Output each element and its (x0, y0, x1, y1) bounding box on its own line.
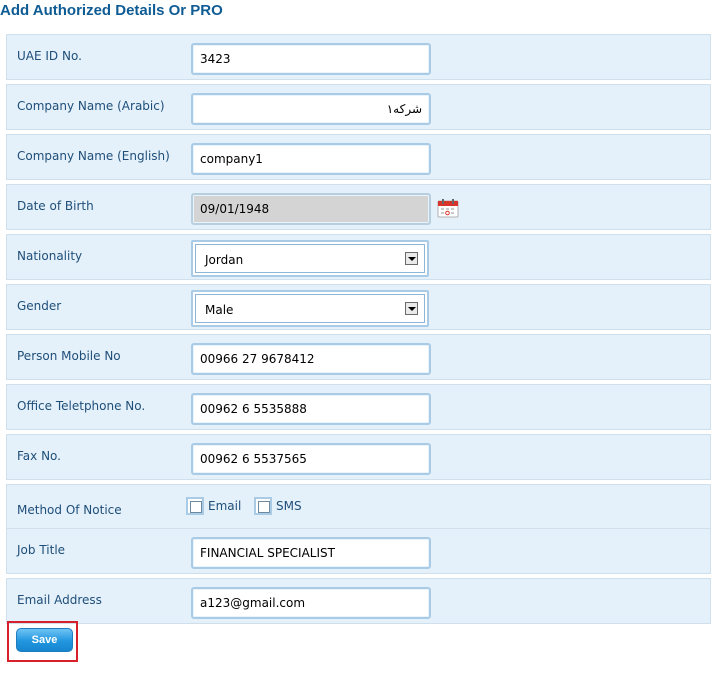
sms-checkbox[interactable] (254, 497, 272, 515)
uae-id-label: UAE ID No. (17, 49, 82, 63)
company-arabic-input[interactable]: شركه١ (191, 93, 431, 125)
calendar-icon[interactable] (437, 198, 459, 218)
office-phone-input[interactable]: 00962 6 5535888 (191, 393, 431, 425)
gender-value: Male (205, 303, 234, 317)
row-date-of-birth: Date of Birth 09/01/1948 (6, 184, 711, 230)
row-uae-id: UAE ID No. 3423 (6, 34, 711, 80)
row-mobile: Person Mobile No 00966 27 9678412 (6, 334, 711, 380)
company-english-input[interactable]: company1 (191, 143, 431, 175)
sms-checkbox-label: SMS (276, 499, 302, 513)
company-english-label: Company Name (English) (17, 149, 170, 163)
row-method-of-notice: Method Of Notice Email SMS (6, 484, 711, 530)
office-phone-label: Office Teletphone No. (17, 399, 146, 413)
gender-select[interactable]: Male (191, 290, 429, 327)
row-company-arabic: Company Name (Arabic) شركه١ (6, 84, 711, 130)
email-address-input[interactable]: a123@gmail.com (191, 587, 431, 619)
save-button[interactable]: Save (16, 628, 73, 652)
date-of-birth-label: Date of Birth (17, 199, 94, 213)
company-arabic-label: Company Name (Arabic) (17, 99, 165, 113)
mobile-input[interactable]: 00966 27 9678412 (191, 343, 431, 375)
row-job-title: Job Title FINANCIAL SPECIALIST (6, 528, 711, 574)
email-address-label: Email Address (17, 593, 102, 607)
method-of-notice-label: Method Of Notice (17, 503, 122, 517)
job-title-input[interactable]: FINANCIAL SPECIALIST (191, 537, 431, 569)
date-of-birth-input[interactable]: 09/01/1948 (191, 193, 431, 225)
fax-input[interactable]: 00962 6 5537565 (191, 443, 431, 475)
row-fax: Fax No. 00962 6 5537565 (6, 434, 711, 480)
row-company-english: Company Name (English) company1 (6, 134, 711, 180)
nationality-value: Jordan (205, 253, 244, 267)
page-title: Add Authorized Details Or PRO (0, 2, 223, 19)
fax-label: Fax No. (17, 449, 61, 463)
mobile-label: Person Mobile No (17, 349, 121, 363)
chevron-down-icon[interactable] (405, 302, 418, 315)
email-checkbox[interactable] (186, 497, 204, 515)
gender-label: Gender (17, 299, 62, 313)
nationality-select[interactable]: Jordan (191, 240, 429, 277)
email-checkbox-label: Email (208, 499, 242, 513)
row-nationality: Nationality Jordan (6, 234, 711, 280)
uae-id-input[interactable]: 3423 (191, 43, 431, 75)
chevron-down-icon[interactable] (405, 252, 418, 265)
row-email-address: Email Address a123@gmail.com (6, 578, 711, 624)
job-title-label: Job Title (17, 543, 66, 557)
row-office-phone: Office Teletphone No. 00962 6 5535888 (6, 384, 711, 430)
row-gender: Gender Male (6, 284, 711, 330)
nationality-label: Nationality (17, 249, 83, 263)
